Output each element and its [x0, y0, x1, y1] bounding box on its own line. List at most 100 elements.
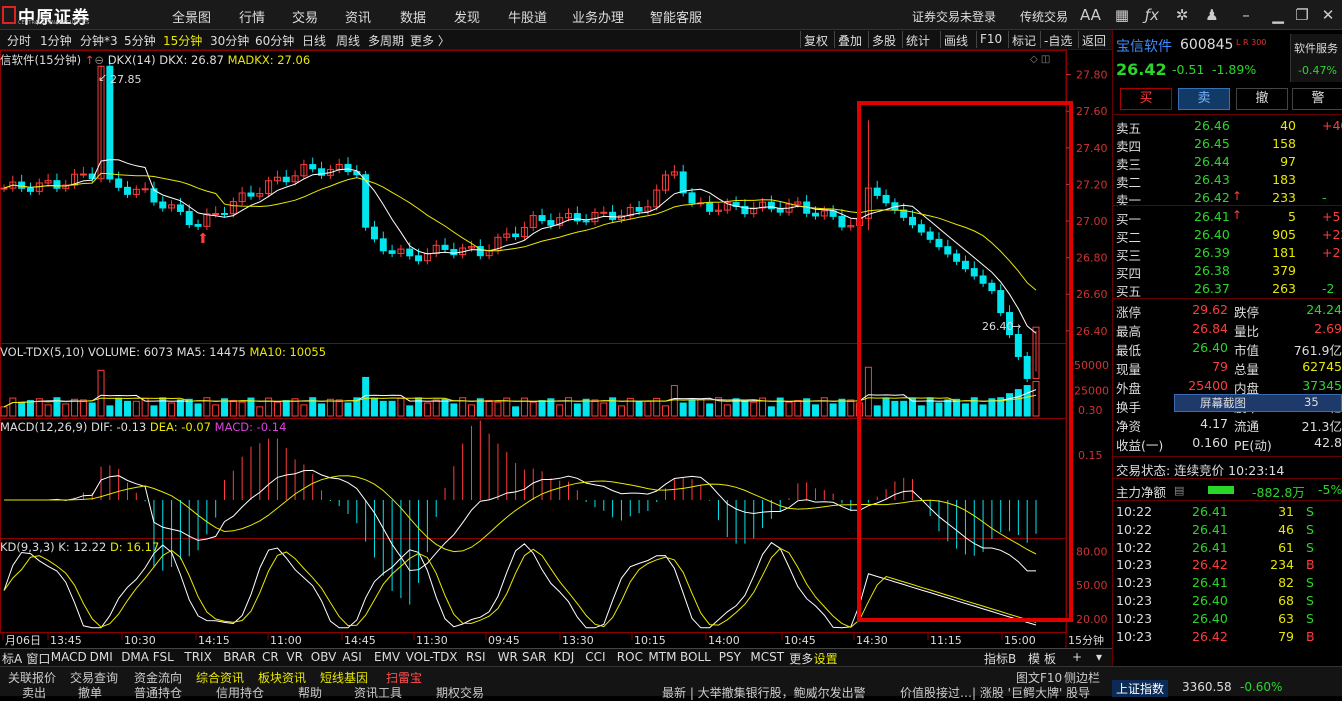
indicator-tab-23[interactable]: MCST — [750, 650, 784, 664]
minimize-window-icon[interactable]: ▁ — [1268, 5, 1288, 25]
indicator-tab-14[interactable]: RSI — [466, 650, 486, 664]
period-tag[interactable]: 15分钟 — [1068, 632, 1104, 648]
indicator-tab-13[interactable]: VOL-TDX — [406, 650, 458, 664]
cancel-order-button[interactable]: 撤 — [1236, 88, 1288, 110]
indicator-tab-0[interactable]: 标A — [2, 650, 22, 667]
nav-4[interactable]: 数据 — [400, 7, 426, 26]
nav-5[interactable]: 发现 — [454, 7, 480, 26]
nav-8[interactable]: 智能客服 — [650, 7, 702, 26]
stock-name[interactable]: 宝信软件 — [1116, 36, 1172, 56]
index-value: 3360.58 — [1182, 680, 1232, 694]
period-7[interactable]: 日线 — [302, 32, 326, 49]
period-1[interactable]: 1分钟 — [40, 32, 72, 49]
bottom-tool-2[interactable]: 普通持仓 — [134, 684, 182, 701]
period-5[interactable]: 30分钟 — [210, 32, 249, 49]
indicator-tab-9[interactable]: VR — [286, 650, 303, 664]
tab-add-icon[interactable]: + — [1072, 650, 1082, 664]
restore-window-icon[interactable]: ❐ — [1292, 5, 1312, 25]
indicator-tab-12[interactable]: EMV — [374, 650, 400, 664]
indicator-tab-11[interactable]: ASI — [342, 650, 361, 664]
bottom-tool-6[interactable]: 期权交易 — [436, 684, 484, 701]
period-4[interactable]: 15分钟 — [163, 32, 202, 49]
tool-8[interactable]: 返回 — [1082, 32, 1106, 49]
bottom-tool-3[interactable]: 信用持仓 — [216, 684, 264, 701]
nav-0[interactable]: 全景图 — [172, 7, 211, 26]
indicator-tab-5[interactable]: FSL — [153, 650, 174, 664]
login-status[interactable]: 证券交易未登录 — [912, 8, 996, 25]
indicator-tab-19[interactable]: ROC — [617, 650, 643, 664]
chart-collapse-icon[interactable]: ◇ ◫ — [1030, 54, 1050, 65]
period-10[interactable]: 更多 〉 — [410, 32, 450, 49]
bottom-tool-1[interactable]: 撤单 — [78, 684, 102, 701]
period-6[interactable]: 60分钟 — [255, 32, 294, 49]
indicator-tab-7[interactable]: BRAR — [223, 650, 256, 664]
dropdown-circle-icon[interactable]: ⊖ — [94, 53, 104, 67]
sell-button[interactable]: 卖 — [1178, 88, 1230, 110]
settings-gear-icon[interactable]: ✲ — [1172, 5, 1192, 25]
period-9[interactable]: 多周期 — [368, 32, 404, 49]
nav-2[interactable]: 交易 — [292, 7, 318, 26]
tool-6[interactable]: 标记 — [1012, 32, 1036, 49]
sidebar-link[interactable]: 侧边栏 — [1064, 669, 1100, 686]
volume-bar — [600, 402, 608, 417]
screenshot-popup[interactable]: 屏幕截图 — [1200, 395, 1246, 411]
tool-1[interactable]: 叠加 — [838, 32, 862, 49]
tool-7[interactable]: -自选 — [1044, 32, 1072, 49]
tool-3[interactable]: 统计 — [906, 32, 930, 49]
minimize-icon[interactable]: – — [1236, 5, 1256, 25]
indicator-tab-15[interactable]: WR — [498, 650, 518, 664]
tool-5[interactable]: F10 — [980, 32, 1002, 46]
period-0[interactable]: 分时 — [7, 32, 31, 49]
buy-button[interactable]: 买 — [1120, 88, 1172, 110]
close-window-icon[interactable]: ✕ — [1318, 5, 1338, 25]
indicator-tab-6[interactable]: TRIX — [184, 650, 211, 664]
indicator-tab-25[interactable]: 设置 — [814, 650, 838, 667]
indicator-tab-22[interactable]: PSY — [719, 650, 741, 664]
volume-bar — [194, 403, 202, 417]
f10-link[interactable]: 图文F10 — [1016, 669, 1062, 686]
flow-detail-icon[interactable]: ▤ — [1174, 484, 1184, 497]
indicator-tab-3[interactable]: DMI — [90, 650, 113, 664]
indicator-tab-8[interactable]: CR — [262, 650, 279, 664]
indicator-tab-right-2[interactable]: 板 — [1044, 650, 1056, 667]
indicator-tab-10[interactable]: OBV — [311, 650, 337, 664]
indicator-tab-2[interactable]: MACD — [51, 650, 87, 664]
index-name[interactable]: 上证指数 — [1112, 680, 1169, 697]
formula-icon[interactable]: ƒx — [1142, 5, 1162, 25]
volume-bar — [423, 402, 431, 417]
tool-0[interactable]: 复权 — [804, 32, 828, 49]
indicator-tab-18[interactable]: CCI — [585, 650, 605, 664]
indicator-tab-1[interactable]: 窗口 — [26, 650, 50, 667]
calculator-icon[interactable]: ▦ — [1112, 5, 1132, 25]
indicator-tab-16[interactable]: SAR — [522, 650, 546, 664]
period-3[interactable]: 5分钟 — [124, 32, 156, 49]
sector-name[interactable]: 软件服务 — [1294, 40, 1338, 56]
nav-6[interactable]: 牛股道 — [508, 7, 547, 26]
bottom-tool-5[interactable]: 资讯工具 — [354, 684, 402, 701]
news-ticker-2[interactable]: 价值股接过…| 涨股 '巨鳄大牌' 股导 — [900, 684, 1090, 701]
news-ticker[interactable]: 最新 | 大举撤集银行股，鲍威尔发出警 — [662, 684, 866, 701]
indicator-tab-21[interactable]: BOLL — [680, 650, 711, 664]
volume-bar — [256, 406, 264, 417]
indicator-tab-17[interactable]: KDJ — [554, 650, 575, 664]
indicator-tab-right-1[interactable]: 模 — [1028, 650, 1040, 667]
nav-7[interactable]: 业务办理 — [572, 7, 624, 26]
indicator-tab-20[interactable]: MTM — [648, 650, 676, 664]
skin-shirt-icon[interactable]: ♟ — [1202, 5, 1222, 25]
tool-2[interactable]: 多股 — [872, 32, 896, 49]
nav-1[interactable]: 行情 — [239, 7, 265, 26]
font-size-button[interactable]: AA — [1080, 5, 1101, 25]
trade-price-3: 26.42 — [1192, 557, 1228, 573]
tab-more-icon[interactable]: ▾ — [1096, 650, 1102, 664]
indicator-tab-right-0[interactable]: 指标B — [984, 650, 1016, 667]
bottom-tool-4[interactable]: 帮助 — [298, 684, 322, 701]
alert-button[interactable]: 警 — [1292, 88, 1342, 110]
period-8[interactable]: 周线 — [336, 32, 360, 49]
tool-4[interactable]: 画线 — [944, 32, 968, 49]
indicator-tab-4[interactable]: DMA — [121, 650, 149, 664]
indicator-tab-24[interactable]: 更多 — [789, 650, 813, 667]
bottom-tool-0[interactable]: 卖出 — [22, 684, 46, 701]
trade-mode-button[interactable]: 传统交易 — [1020, 8, 1068, 25]
nav-3[interactable]: 资讯 — [345, 7, 371, 26]
period-2[interactable]: 分钟*3 — [80, 32, 118, 49]
